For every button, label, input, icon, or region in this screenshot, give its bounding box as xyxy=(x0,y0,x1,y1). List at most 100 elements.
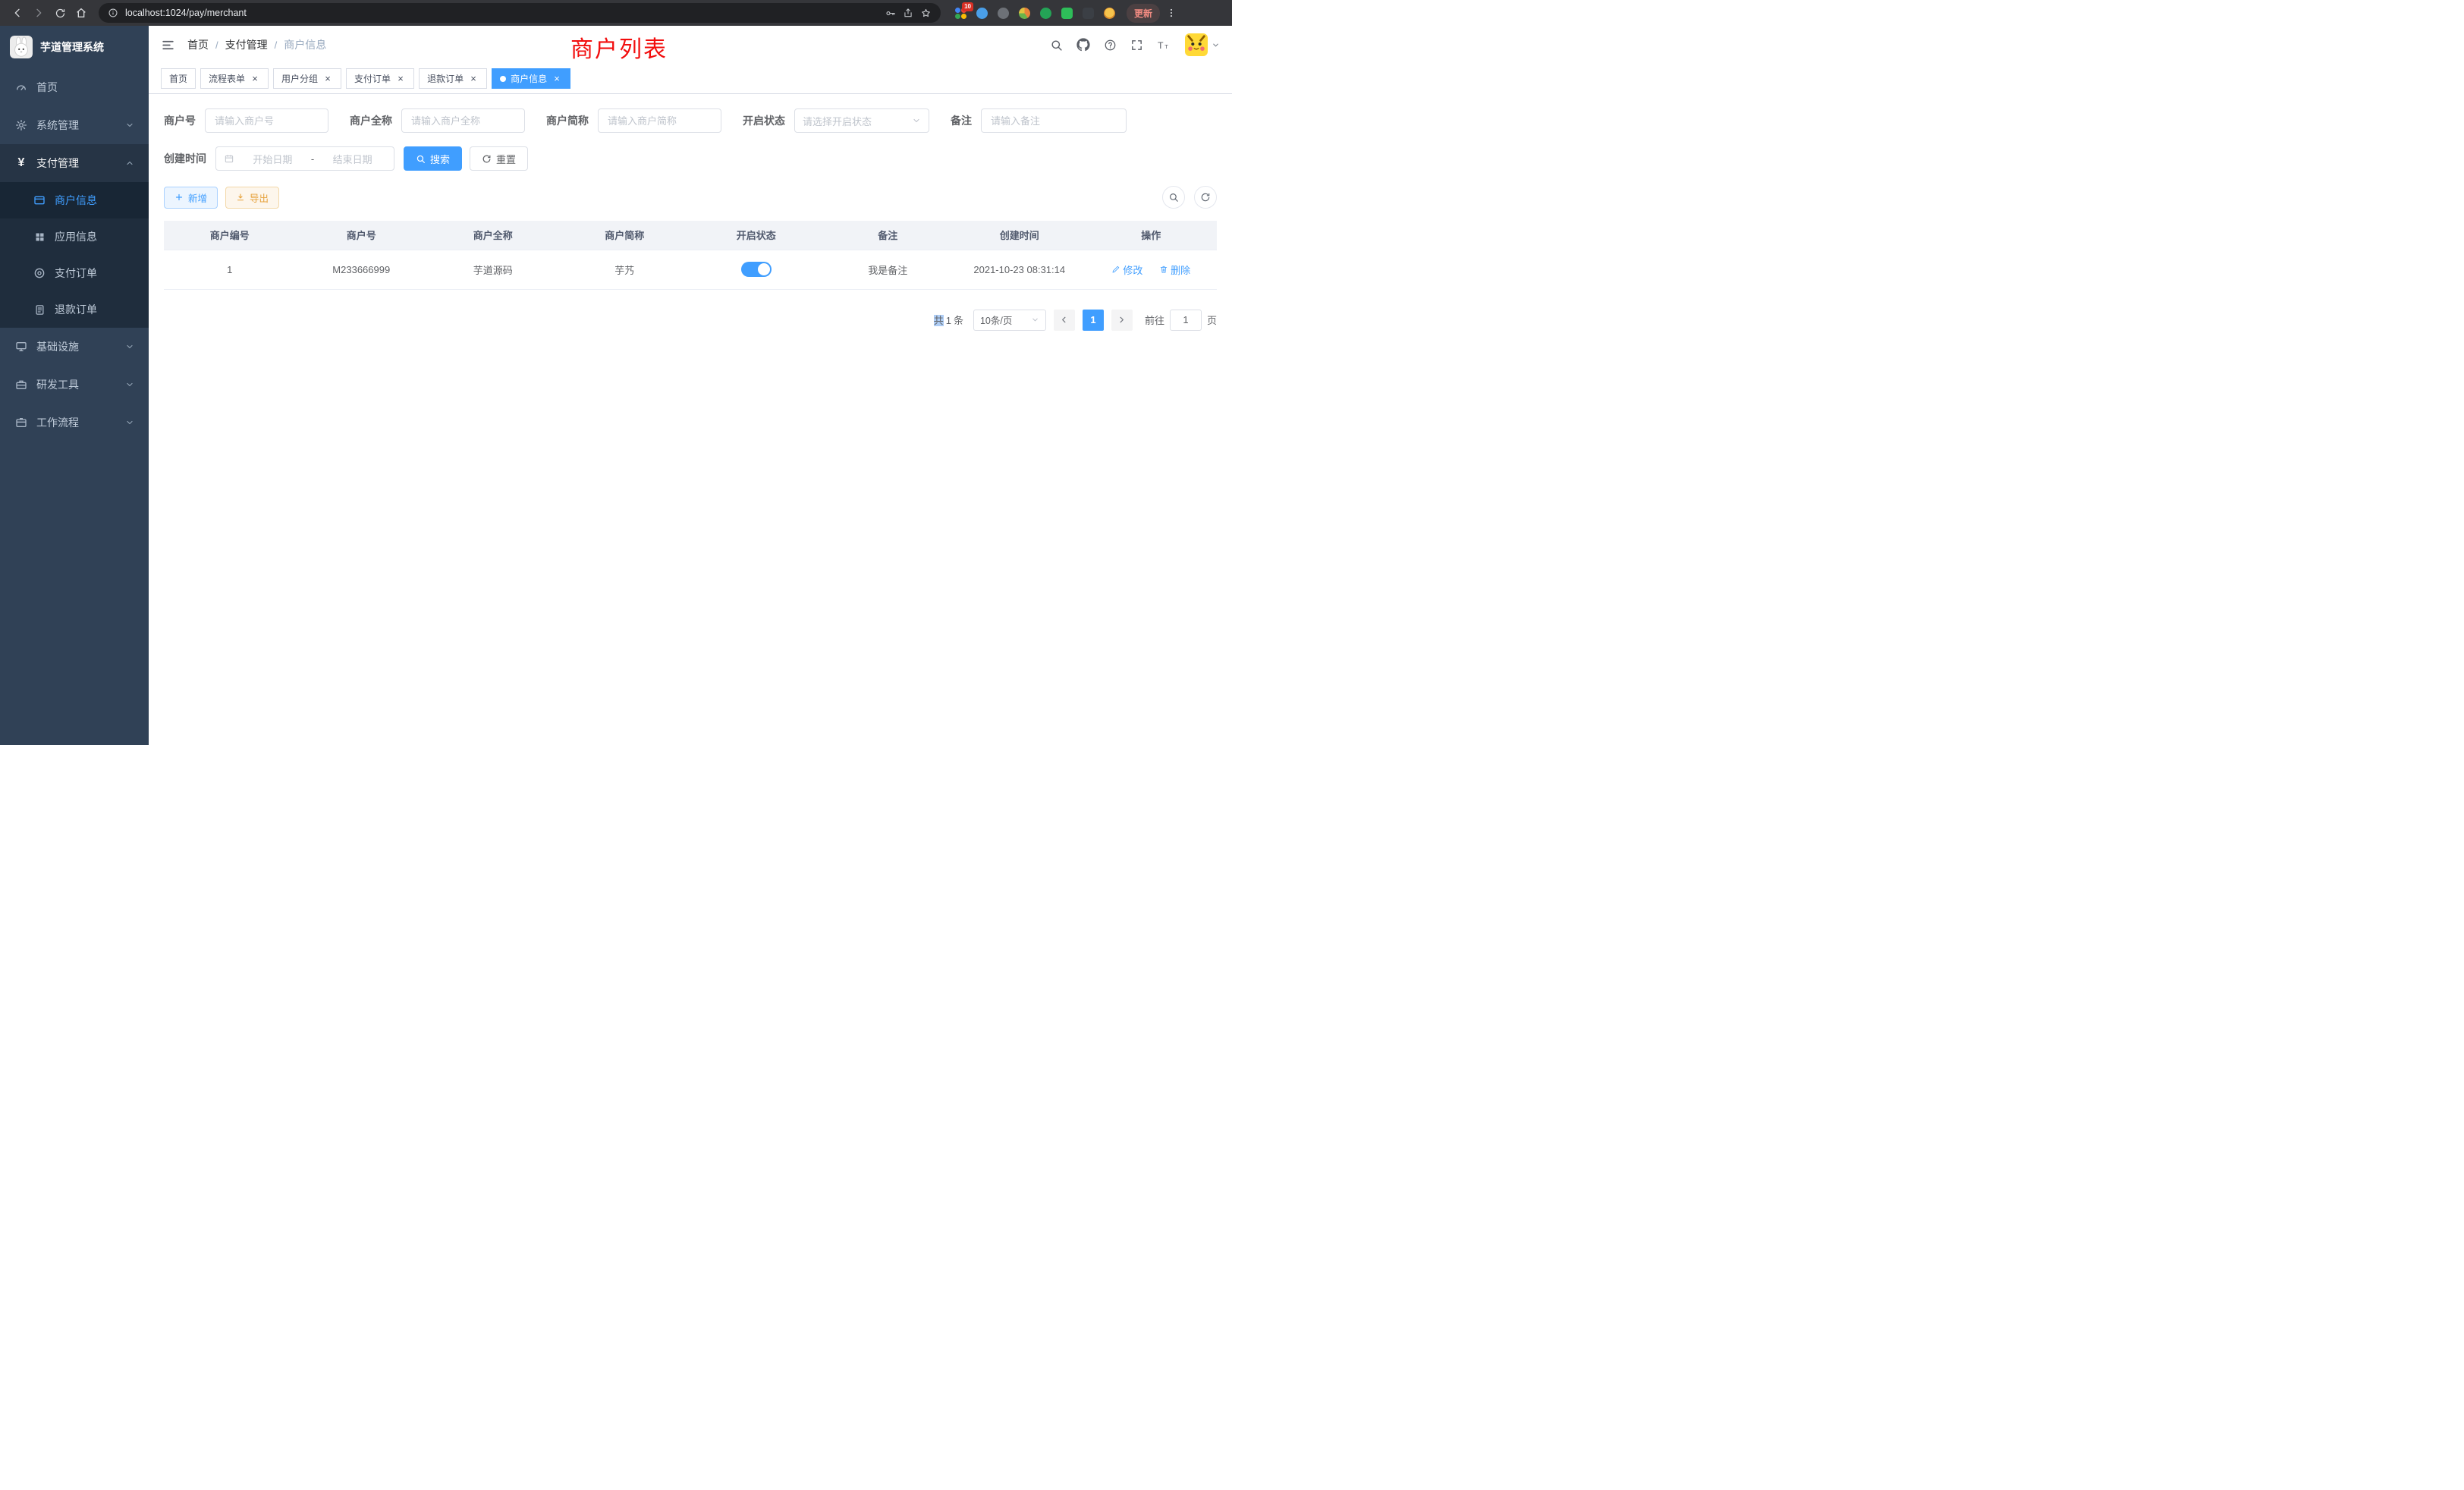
sidebar-item-label: 应用信息 xyxy=(55,229,97,244)
sidebar-item-workflow[interactable]: 工作流程 xyxy=(0,404,149,442)
sidebar-menu: 首页 系统管理 ¥ 支付管理 商户信息 xyxy=(0,68,149,442)
extension-badge: 10 xyxy=(962,2,973,11)
filter-label: 商户号 xyxy=(164,113,196,128)
reset-button[interactable]: 重置 xyxy=(470,146,528,171)
breadcrumb-payment[interactable]: 支付管理 xyxy=(225,37,268,52)
reload-icon[interactable] xyxy=(50,3,70,23)
address-bar[interactable]: localhost:1024/pay/merchant xyxy=(99,3,941,23)
extension-multicolor-icon[interactable] xyxy=(1018,7,1031,20)
create-time-range-picker[interactable]: 开始日期 - 结束日期 xyxy=(215,146,394,171)
password-key-icon[interactable] xyxy=(885,8,896,19)
status-toggle[interactable] xyxy=(741,262,772,277)
sidebar-item-refund-order[interactable]: 退款订单 xyxy=(0,291,149,328)
total-count: 1 xyxy=(946,315,951,326)
filter-label: 商户全称 xyxy=(350,113,392,128)
sidebar-item-merchant-info[interactable]: 商户信息 xyxy=(0,182,149,218)
tab-pay-order[interactable]: 支付订单 xyxy=(346,68,414,89)
sidebar-item-home[interactable]: 首页 xyxy=(0,68,149,106)
col-merchant-no: 商户号 xyxy=(296,221,428,250)
breadcrumb-home[interactable]: 首页 xyxy=(187,37,209,52)
extension-dark-glyph xyxy=(1083,8,1094,19)
tab-user-group[interactable]: 用户分组 xyxy=(273,68,341,89)
help-icon[interactable] xyxy=(1104,39,1117,52)
share-icon[interactable] xyxy=(903,8,913,18)
extension-blue-glyph xyxy=(976,8,988,19)
short-name-input[interactable] xyxy=(598,108,721,133)
extension-dark-icon[interactable] xyxy=(1082,7,1095,20)
forward-icon[interactable] xyxy=(29,3,49,23)
logo-avatar xyxy=(10,36,33,58)
refresh-table-icon[interactable] xyxy=(1194,186,1217,209)
browser-menu-icon[interactable] xyxy=(1161,3,1181,23)
sidebar-collapse-icon[interactable] xyxy=(161,38,175,52)
sidebar-item-system[interactable]: 系统管理 xyxy=(0,106,149,144)
back-icon[interactable] xyxy=(8,3,27,23)
cell-merchant-id: 1 xyxy=(164,250,296,289)
site-info-icon[interactable] xyxy=(108,8,118,18)
goto-page-input[interactable] xyxy=(1170,310,1202,331)
header-search-icon[interactable] xyxy=(1050,39,1063,52)
sidebar-item-label: 工作流程 xyxy=(36,415,79,430)
browser-update-button[interactable]: 更新 xyxy=(1127,4,1160,23)
chevron-down-icon xyxy=(125,418,134,427)
extension-blue-icon[interactable] xyxy=(976,7,988,20)
bookmark-star-icon[interactable] xyxy=(920,8,932,19)
home-icon[interactable] xyxy=(71,3,91,23)
extension-gray-icon[interactable] xyxy=(997,7,1010,20)
topbar: 首页 / 支付管理 / 商户信息 商户列表 TT xyxy=(149,26,1232,64)
tab-label: 首页 xyxy=(169,72,187,85)
user-menu[interactable] xyxy=(1185,33,1220,56)
sidebar-item-pay-order[interactable]: 支付订单 xyxy=(0,255,149,291)
start-date-placeholder: 开始日期 xyxy=(239,152,306,166)
topbar-actions: TT xyxy=(1050,33,1220,56)
chevron-down-icon xyxy=(125,380,134,389)
export-button[interactable]: 导出 xyxy=(225,187,279,209)
extension-monkey-icon[interactable] xyxy=(1103,7,1116,20)
page-size-select[interactable]: 10条/页 xyxy=(973,310,1046,331)
extension-dots-icon[interactable]: 10 xyxy=(954,7,967,20)
page-number-button[interactable]: 1 xyxy=(1083,310,1104,331)
prev-page-icon[interactable] xyxy=(1054,310,1075,331)
merchant-table: 商户编号 商户号 商户全称 商户简称 开启状态 备注 创建时间 操作 1 xyxy=(164,221,1217,290)
tab-process-form[interactable]: 流程表单 xyxy=(200,68,269,89)
remark-input[interactable] xyxy=(981,108,1127,133)
tab-close-icon[interactable] xyxy=(322,74,333,84)
sidebar-item-app-info[interactable]: 应用信息 xyxy=(0,218,149,255)
delete-link[interactable]: 删除 xyxy=(1159,262,1190,277)
logo[interactable]: 芋道管理系统 xyxy=(0,26,149,68)
col-remark: 备注 xyxy=(822,221,954,250)
add-button[interactable]: 新增 xyxy=(164,187,218,209)
tab-close-icon[interactable] xyxy=(250,74,260,84)
search-button[interactable]: 搜索 xyxy=(404,146,462,171)
github-icon[interactable] xyxy=(1076,38,1090,52)
breadcrumb-separator: / xyxy=(275,39,278,51)
tab-close-icon[interactable] xyxy=(552,74,562,84)
merchant-no-input[interactable] xyxy=(205,108,328,133)
svg-text:T: T xyxy=(1158,40,1164,51)
next-page-icon[interactable] xyxy=(1111,310,1133,331)
tab-close-icon[interactable] xyxy=(468,74,479,84)
svg-text:T: T xyxy=(1164,43,1168,50)
toggle-search-icon[interactable] xyxy=(1162,186,1185,209)
sidebar-item-payment[interactable]: ¥ 支付管理 xyxy=(0,144,149,182)
font-size-icon[interactable]: TT xyxy=(1157,39,1171,52)
tab-merchant-info[interactable]: 商户信息 xyxy=(492,68,570,89)
sidebar-item-dev-tools[interactable]: 研发工具 xyxy=(0,366,149,404)
edit-link[interactable]: 修改 xyxy=(1111,262,1142,277)
sidebar-item-label: 基础设施 xyxy=(36,339,79,354)
filter-remark: 备注 xyxy=(951,108,1127,133)
fullscreen-icon[interactable] xyxy=(1130,39,1143,52)
filter-merchant-no: 商户号 xyxy=(164,108,328,133)
sidebar-item-label: 支付管理 xyxy=(36,156,79,171)
user-caret-icon xyxy=(1212,41,1220,49)
tab-close-icon[interactable] xyxy=(395,74,406,84)
status-select[interactable]: 请选择开启状态 xyxy=(794,108,929,133)
sidebar-item-infrastructure[interactable]: 基础设施 xyxy=(0,328,149,366)
extension-green-circle-icon[interactable] xyxy=(1039,7,1052,20)
extension-green-square-icon[interactable] xyxy=(1061,7,1073,20)
filter-row-1: 商户号 商户全称 商户简称 开启状态 请选择开启状态 xyxy=(164,108,1217,133)
full-name-input[interactable] xyxy=(401,108,525,133)
tab-home[interactable]: 首页 xyxy=(161,68,196,89)
sidebar-item-label: 研发工具 xyxy=(36,377,79,392)
tab-refund-order[interactable]: 退款订单 xyxy=(419,68,487,89)
